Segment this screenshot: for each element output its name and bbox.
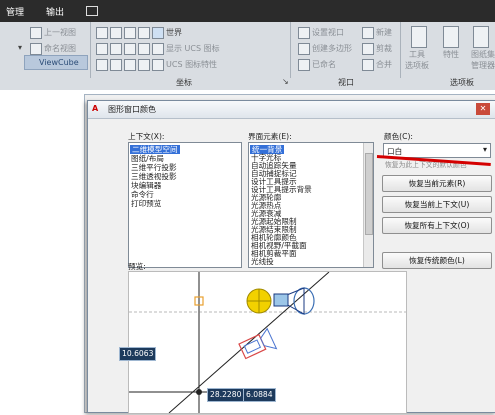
- panel-launcher-icon[interactable]: ↘: [282, 77, 289, 86]
- menubar: 管理 输出: [0, 0, 495, 22]
- list-item[interactable]: 三维透视投影: [131, 172, 177, 181]
- polygon-viewport-icon: [298, 43, 310, 55]
- viewcube-toggle[interactable]: ViewCube: [24, 55, 88, 70]
- previous-view-icon: [30, 27, 42, 39]
- viewcube-label: ViewCube: [39, 58, 79, 67]
- ucs-origin-icon[interactable]: [110, 27, 122, 39]
- context-label: 上下文(X):: [128, 132, 165, 141]
- dialog-titlebar[interactable]: A 图形窗口颜色 ✕: [88, 101, 495, 119]
- tool-palette-label-2[interactable]: 选项板: [405, 60, 429, 71]
- ribbon: 上一视图 命名视图 ▾ ViewCube 世界 显示 UCS 图标 UCS 图标…: [0, 22, 495, 91]
- preview-canvas: 10.6063 28.2280 6.0884: [119, 271, 407, 414]
- list-item[interactable]: 二维模型空间: [130, 145, 180, 154]
- clip-icon: [362, 43, 374, 55]
- panel-title-palettes: 选项板: [450, 78, 474, 87]
- separator: [290, 22, 291, 78]
- tool-palette-label[interactable]: 工具: [409, 49, 425, 60]
- separator: [90, 22, 91, 78]
- close-icon[interactable]: ✕: [476, 103, 490, 115]
- polygon-viewport-button[interactable]: 创建多边形: [312, 43, 352, 54]
- autocad-app-icon: A: [92, 104, 99, 113]
- separator: [400, 22, 401, 78]
- scrollbar-thumb[interactable]: [365, 153, 373, 235]
- restore-current-element-button[interactable]: 恢复当前元素(R): [382, 175, 492, 192]
- ucs-3point-icon[interactable]: [96, 59, 108, 71]
- named-view-button[interactable]: 命名视图: [44, 43, 76, 54]
- new-viewport-button[interactable]: 新建: [376, 27, 392, 38]
- ucs-icon-properties-button[interactable]: UCS 图标特性: [166, 59, 217, 70]
- menu-output[interactable]: 输出: [46, 5, 64, 18]
- join-icon: [362, 59, 374, 71]
- ucs-view-icon[interactable]: [96, 43, 108, 55]
- camera-glyph: [238, 327, 278, 360]
- ucs-zaxis-icon[interactable]: [110, 59, 122, 71]
- list-item[interactable]: 命令行: [131, 190, 154, 199]
- ucs-x-icon[interactable]: [124, 27, 136, 39]
- world-ucs-icon: [152, 27, 164, 39]
- viewport-config-icon: [298, 27, 310, 39]
- list-item[interactable]: 图纸/布局: [131, 154, 164, 163]
- properties-icon: [443, 26, 459, 48]
- properties-label[interactable]: 特性: [443, 49, 459, 60]
- previous-view-button[interactable]: 上一视图: [44, 27, 76, 38]
- ucs-object-icon[interactable]: [110, 43, 122, 55]
- panel-title-viewport: 视口: [338, 78, 354, 87]
- restore-classic-colors-button[interactable]: 恢复传统颜色(L): [382, 252, 492, 269]
- show-ucs-icon-button[interactable]: 显示 UCS 图标: [166, 43, 220, 54]
- spotlight-body: [273, 293, 289, 307]
- ucs-y-icon[interactable]: [138, 27, 150, 39]
- ucs-icon[interactable]: [96, 27, 108, 39]
- ucs-props-icon: [152, 59, 164, 71]
- collapse-icon[interactable]: [86, 6, 98, 16]
- ucs-face-icon[interactable]: [124, 43, 136, 55]
- show-ucs-icon: [152, 43, 164, 55]
- ucs-z-icon[interactable]: [138, 43, 150, 55]
- sheet-set-label-2[interactable]: 管理器: [471, 60, 495, 71]
- dynamic-input-x: 28.2280: [207, 388, 245, 402]
- tool-palette-icon: [411, 26, 427, 48]
- clip-button[interactable]: 剪裁: [376, 43, 392, 54]
- color-label: 颜色(C):: [384, 132, 413, 141]
- sheet-set-label[interactable]: 图纸集: [471, 49, 495, 60]
- ucs-rotate-icon[interactable]: [124, 59, 136, 71]
- interface-element-label: 界面元素(E):: [248, 132, 292, 141]
- chevron-down-icon: ▾: [482, 145, 487, 154]
- element-scrollbar[interactable]: [363, 143, 373, 267]
- dynamic-input-y: 10.6063: [119, 347, 157, 361]
- restore-all-contexts-button[interactable]: 恢复所有上下文(O): [382, 217, 492, 234]
- context-listbox[interactable]: 二维模型空间 图纸/布局 三维平行投影 三维透视投影 块编辑器 命令行 打印预览: [128, 142, 242, 268]
- list-item[interactable]: 光线投: [251, 257, 274, 266]
- named-viewport-button[interactable]: 已命名: [312, 59, 336, 70]
- named-viewport-icon: [298, 59, 310, 71]
- interface-element-listbox[interactable]: 统一背景 十字光标 自动追踪矢量 自动捕捉标记 设计工具提示 设计工具提示背景 …: [248, 142, 374, 268]
- join-button[interactable]: 合并: [376, 59, 392, 70]
- dropdown-arrow-icon[interactable]: ▾: [18, 43, 22, 52]
- list-item[interactable]: 三维平行投影: [131, 163, 177, 172]
- dialog-title: 图形窗口颜色: [108, 105, 156, 114]
- list-item[interactable]: 块编辑器: [131, 181, 161, 190]
- drawing-window-colors-dialog: A 图形窗口颜色 ✕ 上下文(X): 二维模型空间 图纸/布局 三维平行投影 三…: [87, 100, 495, 414]
- named-view-icon: [30, 43, 42, 55]
- panel-title-coords: 坐标: [176, 78, 192, 87]
- restore-current-context-button[interactable]: 恢复当前上下文(U): [382, 196, 492, 213]
- crosshair-center: [196, 389, 202, 395]
- list-item[interactable]: 打印预览: [131, 199, 161, 208]
- sheet-set-icon: [473, 26, 489, 48]
- new-viewport-icon: [362, 27, 374, 39]
- ucs-world-select[interactable]: 世界: [166, 27, 182, 38]
- viewport-config-button[interactable]: 设置视口: [312, 27, 344, 38]
- ucs-apply-icon[interactable]: [138, 59, 150, 71]
- dynamic-input-z: 6.0884: [243, 388, 276, 402]
- menu-manage[interactable]: 管理: [6, 5, 24, 18]
